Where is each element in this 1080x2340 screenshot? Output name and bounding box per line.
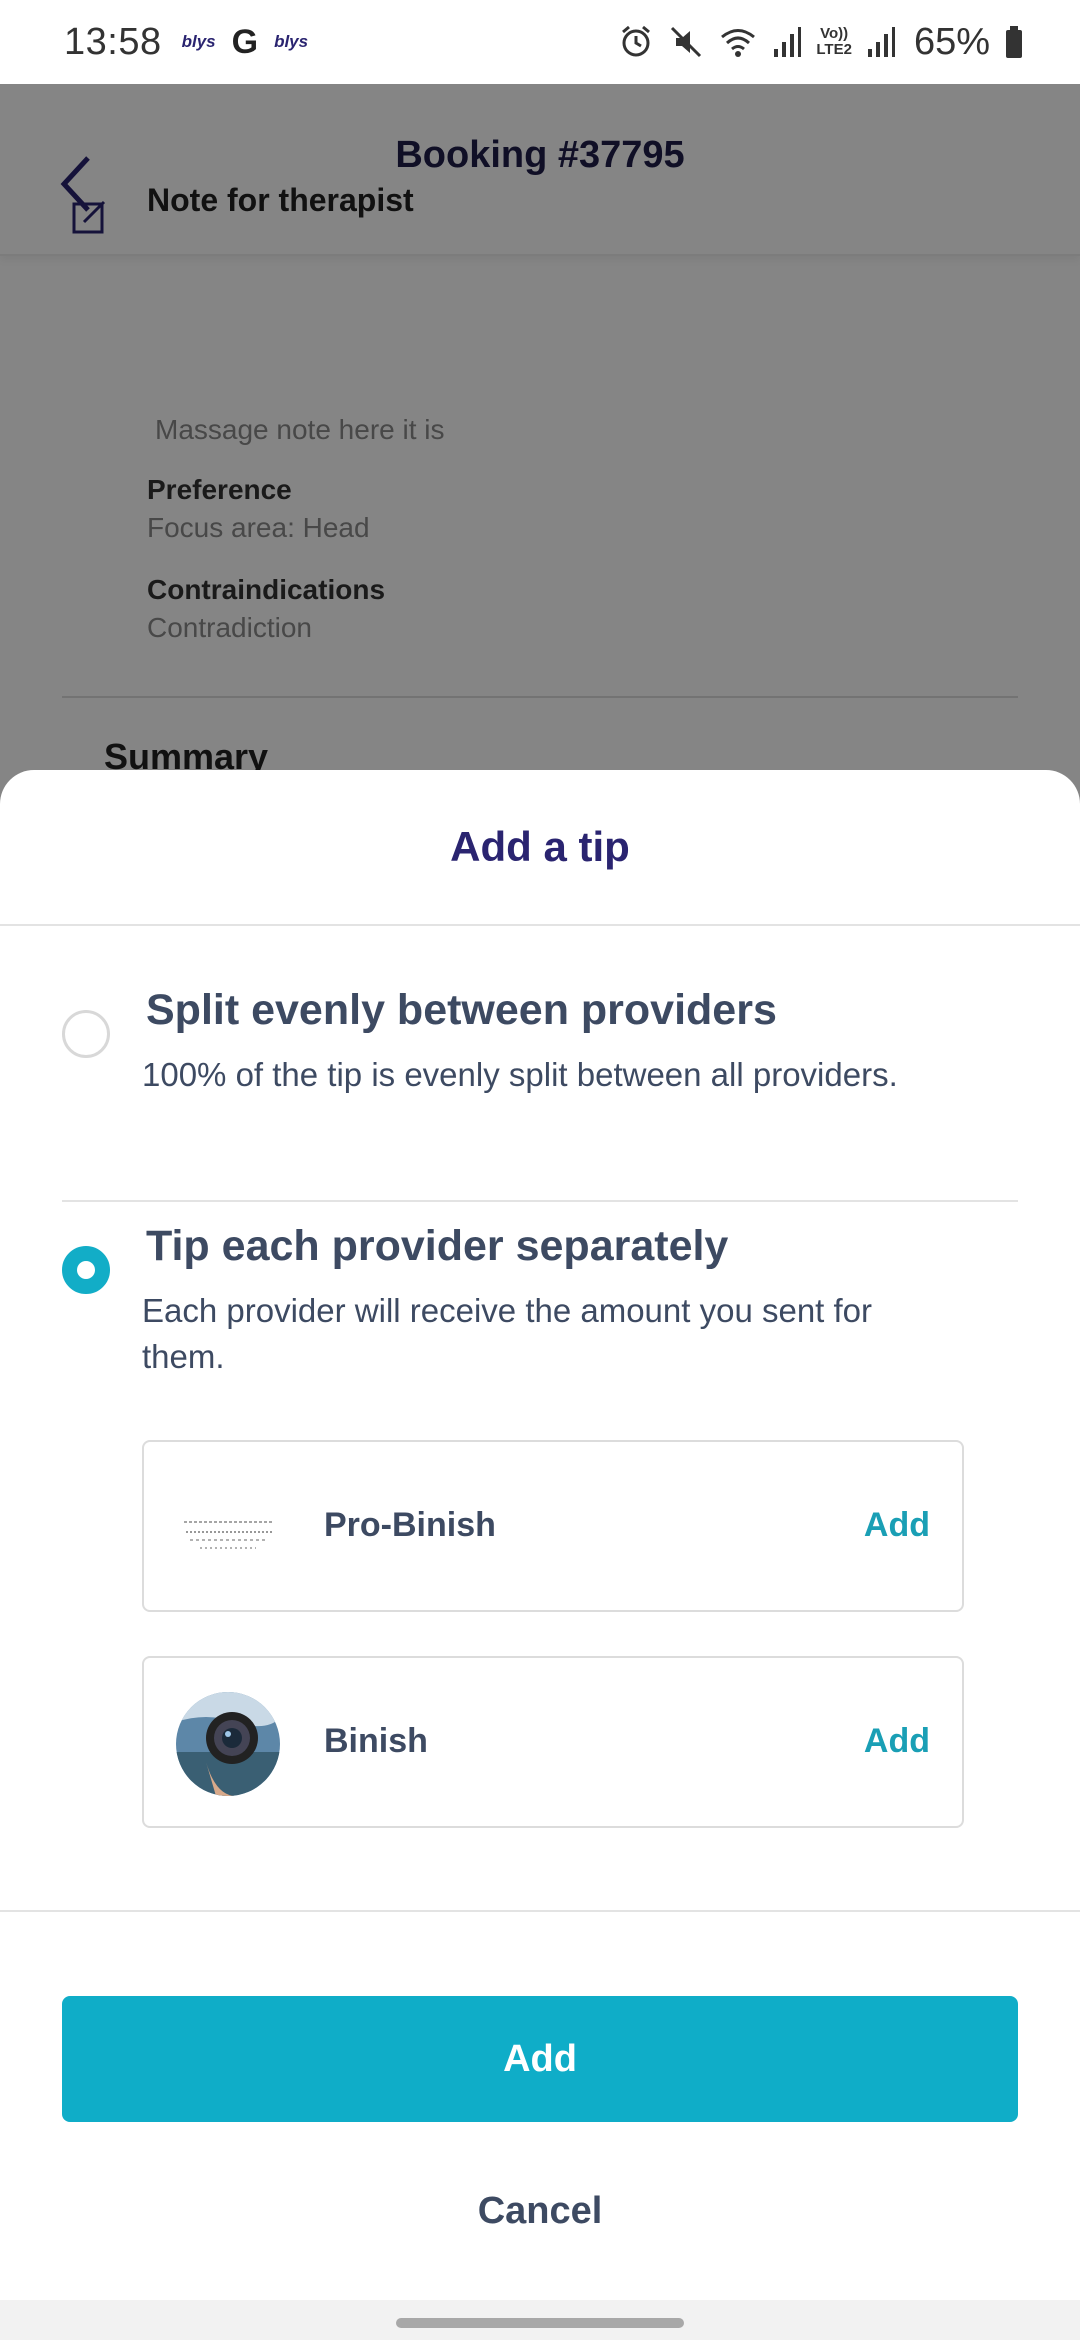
divider [62,1200,1018,1202]
avatar [176,1692,280,1796]
status-time: 13:58 [64,20,162,63]
system-icons: Vo)) LTE2 65% [618,21,1024,64]
cancel-button[interactable]: Cancel [0,2190,1080,2233]
provider-card: Binish Add [142,1656,964,1828]
provider-card: Pro-Binish Add [142,1440,964,1612]
volte-bottom-text: LTE2 [816,41,852,58]
radio-split-evenly[interactable] [62,1010,110,1058]
status-bar: 13:58 blys G blys Vo)) LTE2 65% [0,0,1080,84]
sheet-title: Add a tip [0,770,1080,926]
alarm-icon [622,25,651,57]
volte-indicator: Vo)) LTE2 [816,26,852,58]
radio-tip-separately[interactable] [62,1246,110,1294]
blys-notification-icon-2: blys [274,32,309,51]
google-notification-icon: G [231,22,259,61]
provider-name: Binish [324,1722,428,1760]
signal-icon-2 [867,27,895,57]
add-tip-sheet: Add a tip Split evenly between providers… [0,770,1080,2308]
option-description: 100% of the tip is evenly split between … [142,1056,898,1093]
signal-icon-1 [774,27,802,57]
battery-percentage: 65% [913,20,990,63]
add-tip-link[interactable]: Add [864,1506,930,1545]
wifi-icon [721,29,756,57]
system-nav-bar [0,2300,1080,2340]
blys-notification-icon: blys [181,32,216,51]
avatar [176,1476,280,1580]
notification-icons: blys G blys [182,23,309,62]
text-avatar-image [176,1476,280,1580]
option-description: Each provider will receive the amount yo… [142,1292,873,1375]
volte-top-text: Vo)) [820,25,849,42]
option-title: Split evenly between providers [146,986,777,1034]
mute-icon [671,26,702,58]
battery-icon [1006,26,1022,58]
add-button[interactable]: Add [62,1996,1018,2122]
divider [0,1910,1080,1912]
camera-lens-avatar-image [176,1692,280,1796]
home-indicator[interactable] [396,2318,684,2328]
option-title: Tip each provider separately [146,1222,729,1270]
add-tip-link[interactable]: Add [864,1722,930,1761]
provider-name: Pro-Binish [324,1506,496,1544]
